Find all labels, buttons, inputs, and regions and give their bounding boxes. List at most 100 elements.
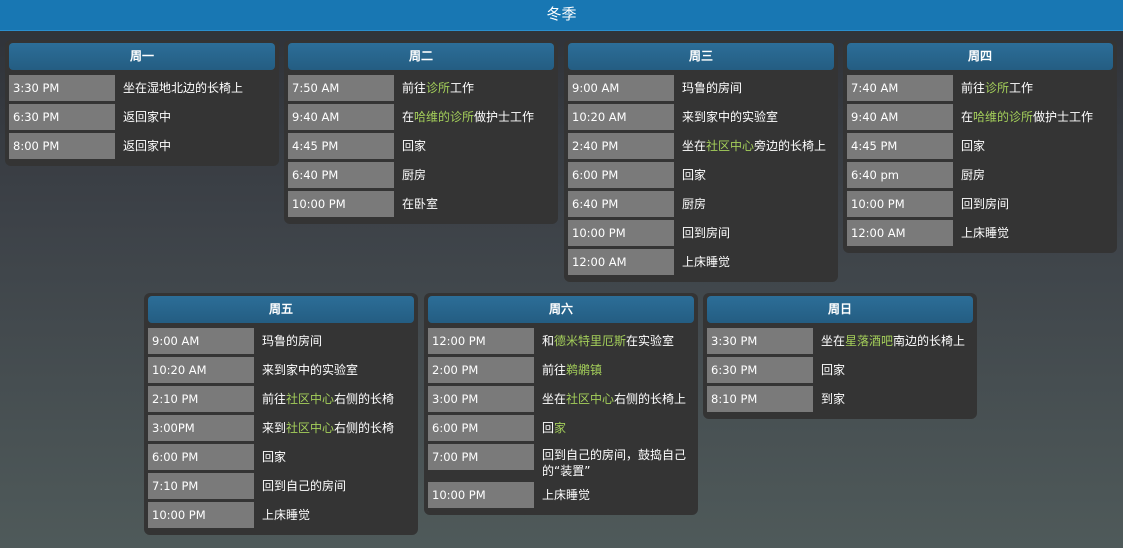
description-text: 右侧的长椅 xyxy=(334,421,395,435)
description-text: 前往 xyxy=(262,392,287,406)
schedule-entry: 8:10 PM 到家 xyxy=(707,386,973,412)
location-link[interactable]: 家 xyxy=(554,421,566,435)
location-link[interactable]: 社区中心 xyxy=(286,421,334,435)
description-text: 在实验室 xyxy=(626,334,675,348)
location-link[interactable]: 哈维的诊所 xyxy=(973,110,1033,124)
description-text: 返回家中 xyxy=(123,139,172,153)
entry-description: 返回家中 xyxy=(115,104,171,125)
description-text: 坐在 xyxy=(821,334,846,348)
entry-description: 坐在湿地北边的长椅上 xyxy=(115,75,243,96)
entry-time: 12:00 AM xyxy=(847,220,953,246)
schedule-entry: 10:00 PM 上床睡觉 xyxy=(148,502,414,528)
entry-time: 10:00 PM xyxy=(428,482,534,508)
entry-time: 7:40 AM xyxy=(847,75,953,101)
description-text: 在 xyxy=(402,110,415,124)
entry-description: 来到家中的实验室 xyxy=(674,104,778,125)
location-link[interactable]: 社区中心 xyxy=(706,139,754,153)
description-text: 回到房间 xyxy=(961,197,1010,211)
schedule-entry: 10:00 PM 上床睡觉 xyxy=(428,482,694,508)
entry-description: 坐在社区中心右侧的长椅上 xyxy=(534,386,686,407)
day-card-thursday: 周四 7:40 AM 前往诊所工作 9:40 AM 在哈维的诊所做护士工作 4:45 PM… xyxy=(843,40,1117,253)
entry-description: 返回家中 xyxy=(115,133,171,154)
schedule-entry: 2:10 PM 前往社区中心右侧的长椅 xyxy=(148,386,414,412)
schedule-entry: 10:00 PM 在卧室 xyxy=(288,191,554,217)
location-link[interactable]: 鹈鹕镇 xyxy=(566,363,602,377)
description-text: 回家 xyxy=(821,363,846,377)
schedule-entry: 7:50 AM 前往诊所工作 xyxy=(288,75,554,101)
schedule-entry: 6:00 PM 回家 xyxy=(568,162,834,188)
schedule-entry: 12:00 PM 和德米特里厄斯在实验室 xyxy=(428,328,694,354)
description-text: 回到自己的房间，鼓捣自己的“装置” xyxy=(542,448,687,478)
schedule-entry: 2:40 PM 坐在社区中心旁边的长椅上 xyxy=(568,133,834,159)
schedule-entry: 6:40 PM 厨房 xyxy=(568,191,834,217)
description-text: 上床睡觉 xyxy=(682,255,731,269)
day-title: 周六 xyxy=(428,296,694,323)
day-card-friday: 周五 9:00 AM 玛鲁的房间 10:20 AM 来到家中的实验室 2:10 PM 前往社… xyxy=(144,293,418,535)
description-text: 前往 xyxy=(542,363,567,377)
description-text: 来到家中的实验室 xyxy=(262,363,359,377)
location-link[interactable]: 诊所 xyxy=(426,81,450,95)
entry-description: 坐在星落酒吧南边的长椅上 xyxy=(813,328,965,349)
entry-description: 来到家中的实验室 xyxy=(254,357,358,378)
location-link[interactable]: 社区中心 xyxy=(286,392,334,406)
entry-time: 7:50 AM xyxy=(288,75,394,101)
schedule-entry: 3:30 PM 坐在星落酒吧南边的长椅上 xyxy=(707,328,973,354)
entry-time: 6:40 PM xyxy=(288,162,394,188)
description-text: 回 xyxy=(542,421,555,435)
description-text: 右侧的长椅上 xyxy=(614,392,687,406)
schedule-entry: 4:45 PM 回家 xyxy=(847,133,1113,159)
entry-time: 3:30 PM xyxy=(707,328,813,354)
description-text: 厨房 xyxy=(961,168,986,182)
entry-description: 前往诊所工作 xyxy=(953,75,1033,96)
description-text: 回家 xyxy=(262,450,287,464)
day-title: 周五 xyxy=(148,296,414,323)
entry-description: 回到自己的房间 xyxy=(254,473,346,494)
day-card-sunday: 周日 3:30 PM 坐在星落酒吧南边的长椅上 6:30 PM 回家 8:10 PM 到家 xyxy=(703,293,977,419)
schedule-entry: 3:00PM 来到社区中心右侧的长椅 xyxy=(148,415,414,441)
description-text: 工作 xyxy=(450,81,475,95)
day-title: 周三 xyxy=(568,43,834,70)
season-title: 冬季 xyxy=(0,0,1123,31)
entry-time: 4:45 PM xyxy=(288,133,394,159)
entry-time: 10:00 PM xyxy=(847,191,953,217)
entry-description: 回家 xyxy=(254,444,286,465)
entry-time: 12:00 AM xyxy=(568,249,674,275)
entry-description: 回家 xyxy=(674,162,706,183)
description-text: 返回家中 xyxy=(123,110,172,124)
location-link[interactable]: 社区中心 xyxy=(566,392,614,406)
entry-time: 3:30 PM xyxy=(9,75,115,101)
entry-description: 回家 xyxy=(953,133,985,154)
entry-description: 来到社区中心右侧的长椅 xyxy=(254,415,394,436)
entry-description: 前往鹈鹕镇 xyxy=(534,357,602,378)
entry-time: 7:10 PM xyxy=(148,473,254,499)
location-link[interactable]: 德米特里厄斯 xyxy=(554,334,626,348)
description-text: 回到房间 xyxy=(682,226,731,240)
day-title: 周四 xyxy=(847,43,1113,70)
description-text: 在卧室 xyxy=(402,197,439,211)
description-text: 上床睡觉 xyxy=(262,508,311,522)
entry-description: 回家 xyxy=(534,415,566,436)
entry-time: 6:00 PM xyxy=(428,415,534,441)
description-text: 厨房 xyxy=(682,197,707,211)
entry-description: 厨房 xyxy=(394,162,426,183)
entry-description: 厨房 xyxy=(953,162,985,183)
entry-time: 10:20 AM xyxy=(568,104,674,130)
location-link[interactable]: 哈维的诊所 xyxy=(414,110,474,124)
entry-time: 9:00 AM xyxy=(568,75,674,101)
entry-time: 6:40 PM xyxy=(568,191,674,217)
description-text: 做护士工作 xyxy=(474,110,535,124)
description-text: 旁边的长椅上 xyxy=(754,139,827,153)
description-text: 在 xyxy=(961,110,974,124)
schedule-entry: 9:00 AM 玛鲁的房间 xyxy=(568,75,834,101)
description-text: 南边的长椅上 xyxy=(893,334,966,348)
location-link[interactable]: 诊所 xyxy=(985,81,1009,95)
schedule-entry: 7:00 PM 回到自己的房间，鼓捣自己的“装置” xyxy=(428,444,694,479)
location-link[interactable]: 星落酒吧 xyxy=(845,334,893,348)
day-title: 周一 xyxy=(9,43,275,70)
schedule-entry: 8:00 PM 返回家中 xyxy=(9,133,275,159)
day-title: 周二 xyxy=(288,43,554,70)
schedule-entry: 7:40 AM 前往诊所工作 xyxy=(847,75,1113,101)
entry-time: 9:40 AM xyxy=(288,104,394,130)
schedule-entry: 7:10 PM 回到自己的房间 xyxy=(148,473,414,499)
description-text: 坐在湿地北边的长椅上 xyxy=(123,81,244,95)
